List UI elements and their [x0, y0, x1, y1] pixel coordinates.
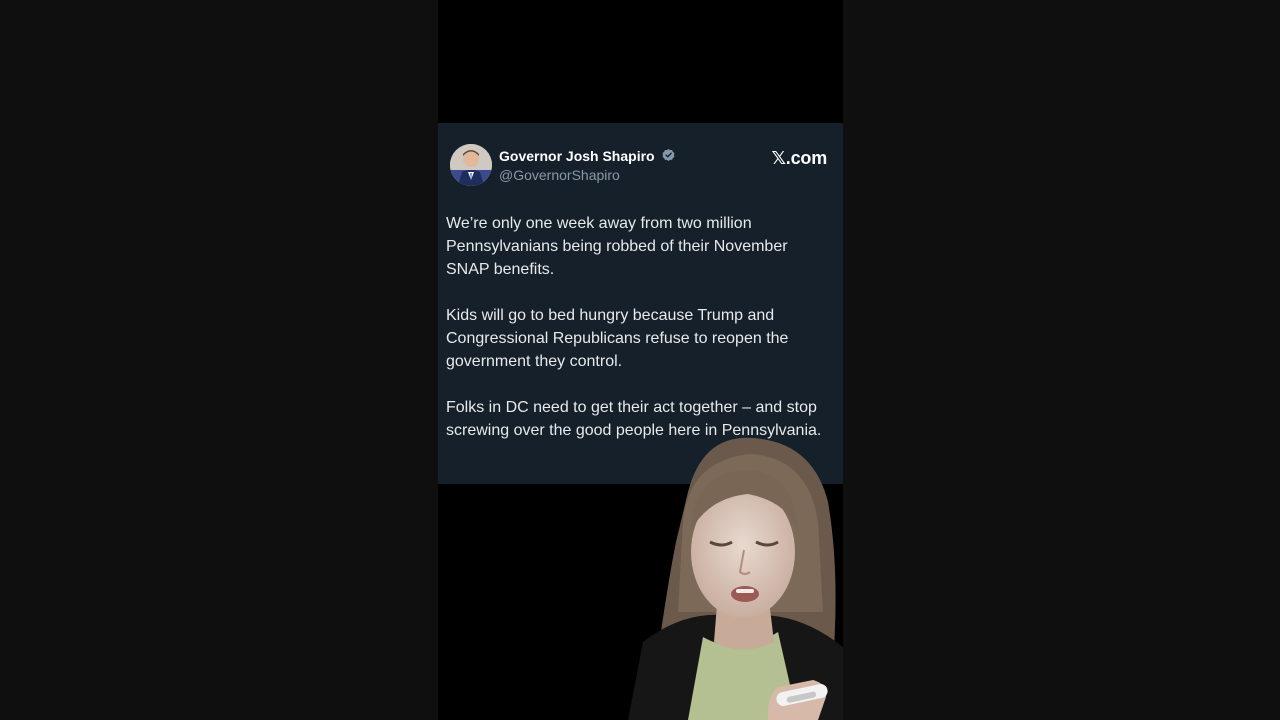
presenter-facecam — [628, 432, 843, 720]
x-logo: 𝕏.com — [771, 148, 827, 168]
tweet-text: We’re only one week away from two millio… — [446, 212, 826, 465]
verified-badge-icon — [662, 148, 675, 161]
vertical-video: Governor Josh Shapiro @GovernorShapiro 𝕏… — [438, 0, 843, 720]
author-name[interactable]: Governor Josh Shapiro — [499, 148, 655, 164]
tweet-paragraph: Kids will go to bed hungry because Trump… — [446, 307, 789, 370]
video-frame: Governor Josh Shapiro @GovernorShapiro 𝕏… — [0, 0, 1280, 720]
author-handle[interactable]: @GovernorShapiro — [499, 167, 620, 183]
tweet-paragraph: We’re only one week away from two millio… — [446, 215, 788, 278]
author-avatar — [450, 144, 492, 186]
tweet-card: Governor Josh Shapiro @GovernorShapiro 𝕏… — [438, 123, 843, 484]
